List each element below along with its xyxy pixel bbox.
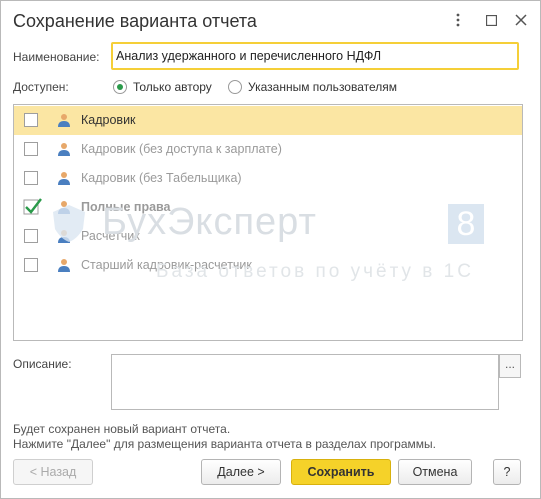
- user-icon: [57, 258, 71, 272]
- radio-author-only-label[interactable]: Только автору: [133, 80, 212, 94]
- back-button[interactable]: < Назад: [13, 459, 93, 485]
- name-label: Наименование:: [13, 50, 100, 64]
- role-checkbox[interactable]: [24, 171, 38, 185]
- user-icon: [57, 200, 71, 214]
- role-label: Кадровик (без Табельщика): [81, 171, 242, 185]
- name-input[interactable]: Анализ удержанного и перечисленного НДФЛ: [111, 42, 519, 70]
- role-checkbox[interactable]: [24, 229, 38, 243]
- role-row[interactable]: Кадровик: [14, 106, 522, 135]
- checkmark-icon[interactable]: [22, 194, 44, 221]
- radio-specified-users-label[interactable]: Указанным пользователям: [248, 80, 397, 94]
- role-row[interactable]: Старший кадровик-расчетчик: [14, 251, 522, 280]
- more-icon[interactable]: [447, 9, 469, 31]
- cancel-button[interactable]: Отмена: [398, 459, 472, 485]
- role-label: Старший кадровик-расчетчик: [81, 258, 252, 272]
- radio-specified-users[interactable]: [228, 80, 242, 94]
- roles-list[interactable]: Кадровик Кадровик (без доступа к зарплате…: [13, 104, 523, 341]
- role-row[interactable]: Кадровик (без доступа к зарплате): [14, 135, 522, 164]
- dialog-window: Сохранение варианта отчета Наименование:…: [0, 0, 541, 499]
- role-label: Расчетчик: [81, 229, 140, 243]
- role-row[interactable]: Расчетчик: [14, 222, 522, 251]
- user-icon: [57, 113, 71, 127]
- save-button[interactable]: Сохранить: [291, 459, 391, 485]
- info-line-2: Нажмите "Далее" для размещения варианта …: [13, 437, 436, 451]
- role-label: Кадровик: [81, 113, 136, 127]
- help-button[interactable]: ?: [493, 459, 521, 485]
- role-label: Кадровик (без доступа к зарплате): [81, 142, 282, 156]
- next-button[interactable]: Далее >: [201, 459, 281, 485]
- role-checkbox[interactable]: [24, 258, 38, 272]
- info-line-1: Будет сохранен новый вариант отчета.: [13, 422, 231, 436]
- role-label: Полные права: [81, 200, 171, 214]
- description-field[interactable]: [111, 354, 499, 410]
- user-icon: [57, 229, 71, 243]
- radio-author-only[interactable]: [113, 80, 127, 94]
- maximize-icon[interactable]: [480, 9, 502, 31]
- dialog-title: Сохранение варианта отчета: [13, 11, 257, 31]
- role-row[interactable]: Полные права: [14, 193, 522, 222]
- role-checkbox[interactable]: [24, 113, 38, 127]
- role-checkbox[interactable]: [24, 142, 38, 156]
- user-icon: [57, 142, 71, 156]
- description-expand-button[interactable]: ...: [499, 354, 521, 378]
- user-icon: [57, 171, 71, 185]
- description-label: Описание:: [13, 357, 72, 371]
- access-label: Доступен:: [13, 80, 69, 94]
- role-row[interactable]: Кадровик (без Табельщика): [14, 164, 522, 193]
- close-icon[interactable]: [510, 9, 532, 31]
